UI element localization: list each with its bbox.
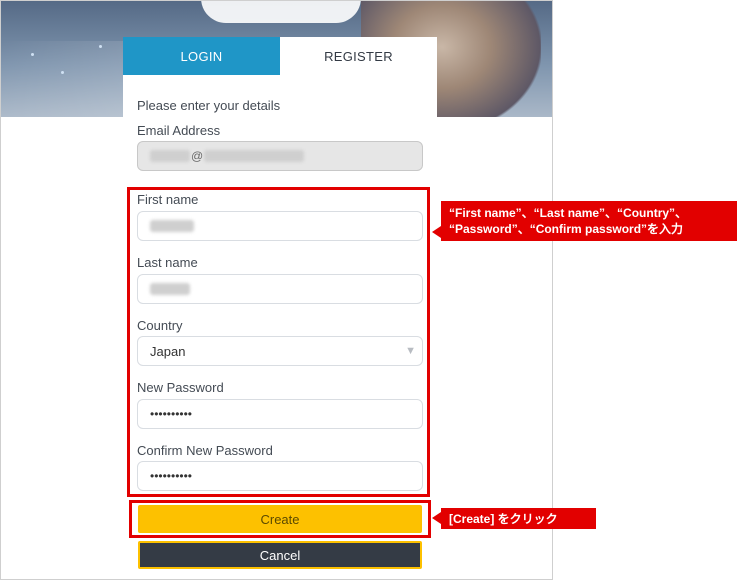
create-callout: [Create] をクリック bbox=[441, 508, 596, 529]
auth-tabs: LOGIN REGISTER bbox=[123, 37, 437, 75]
fields-callout-line2: “Password”、“Confirm password”を入力 bbox=[449, 222, 684, 236]
email-at-sign: @ bbox=[191, 149, 204, 163]
cancel-button[interactable]: Cancel bbox=[138, 541, 422, 569]
tab-login[interactable]: LOGIN bbox=[123, 37, 280, 75]
hero-dot bbox=[61, 71, 64, 74]
email-label: Email Address bbox=[137, 123, 221, 138]
form-prompt: Please enter your details bbox=[137, 98, 281, 113]
hero-dot bbox=[31, 53, 34, 56]
masked-text bbox=[204, 150, 305, 162]
fields-callout: “First name”、“Last name”、“Country”、 “Pas… bbox=[441, 201, 737, 241]
masked-text bbox=[150, 150, 190, 162]
hero-dot bbox=[99, 45, 102, 48]
create-highlight-box bbox=[129, 500, 431, 538]
callout-pointer bbox=[432, 226, 441, 238]
fields-highlight-box bbox=[127, 187, 430, 497]
hero-light-shape bbox=[1, 41, 141, 117]
fields-callout-line1: “First name”、“Last name”、“Country”、 bbox=[449, 206, 688, 220]
hero-logo-fragment bbox=[201, 1, 361, 23]
email-field[interactable]: @ bbox=[137, 141, 423, 171]
tab-register[interactable]: REGISTER bbox=[280, 37, 437, 75]
callout-pointer bbox=[432, 512, 441, 524]
